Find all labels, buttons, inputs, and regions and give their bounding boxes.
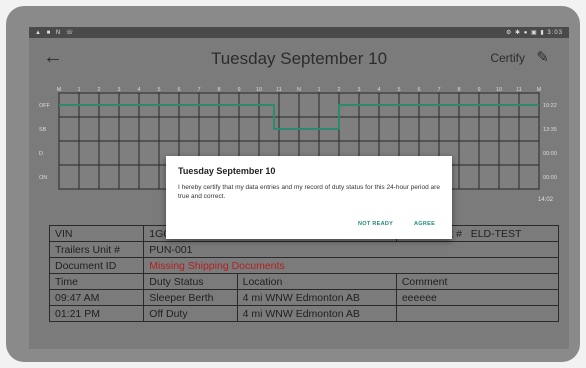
certify-dialog: Tuesday September 10 I hereby certify th… xyxy=(166,156,452,239)
modal-overlay: Tuesday September 10 I hereby certify th… xyxy=(29,27,569,349)
device-frame: ▲ ■ N ☏ ⚙ ✱ ● ▣ ▮ 3:03 ← Tuesday Septemb… xyxy=(6,6,580,362)
dialog-message: I hereby certify that my data entries an… xyxy=(178,184,440,200)
not-ready-button[interactable]: NOT READY xyxy=(358,221,393,227)
agree-button[interactable]: AGREE xyxy=(414,221,435,227)
dialog-title: Tuesday September 10 xyxy=(178,166,276,176)
app-screen: ▲ ■ N ☏ ⚙ ✱ ● ▣ ▮ 3:03 ← Tuesday Septemb… xyxy=(29,27,569,349)
